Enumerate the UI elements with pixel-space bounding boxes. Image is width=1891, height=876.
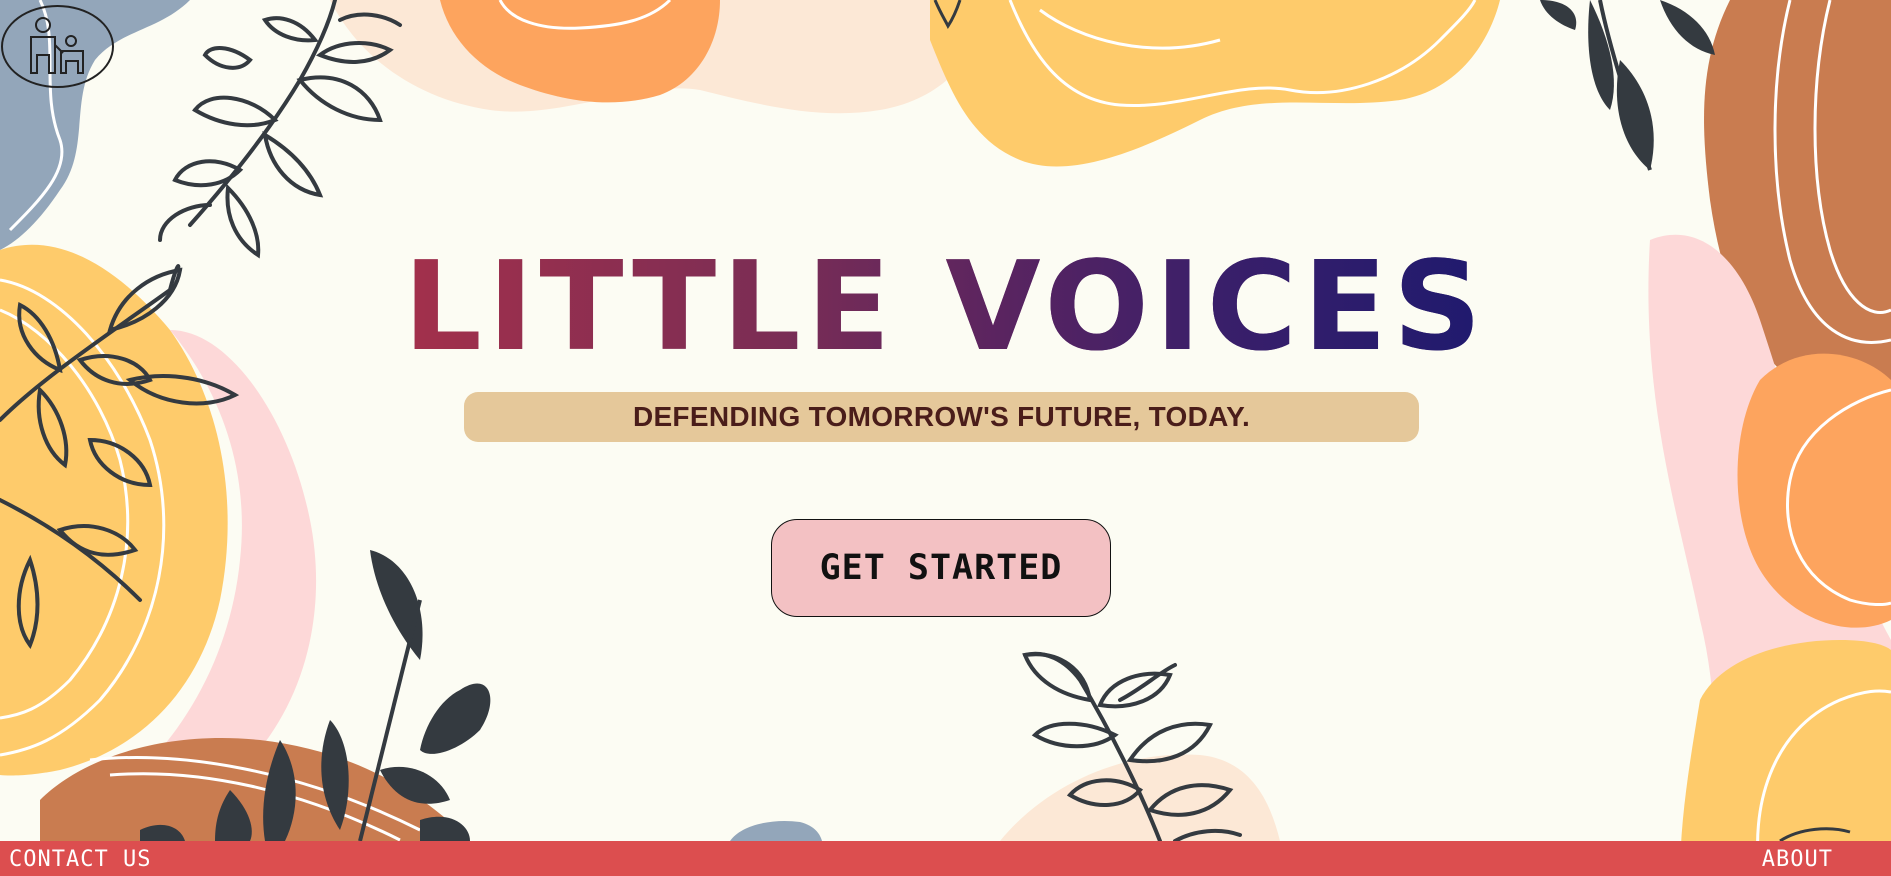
footer-bar: CONTACT US ABOUT <box>0 841 1891 876</box>
logo-button[interactable] <box>1 5 114 88</box>
leaf-branch-top-right <box>1540 0 1715 170</box>
landing-page: LITTLE VOICES DEFENDING TOMORROW'S FUTUR… <box>0 0 1891 876</box>
get-started-button[interactable]: GET STARTED <box>771 519 1111 617</box>
contact-us-link[interactable]: CONTACT US <box>9 841 151 876</box>
about-link[interactable]: ABOUT <box>1762 841 1833 876</box>
yellow-blob-top <box>930 0 1500 167</box>
page-title: LITTLE VOICES <box>0 238 1891 378</box>
tagline-text: DEFENDING TOMORROW'S FUTURE, TODAY. <box>632 401 1251 432</box>
get-started-label: GET STARTED <box>819 548 1063 588</box>
parent-and-child-icon <box>29 16 84 74</box>
page-title-text: LITTLE VOICES <box>403 236 1488 379</box>
tagline-banner: DEFENDING TOMORROW'S FUTURE, TODAY. <box>464 392 1419 442</box>
